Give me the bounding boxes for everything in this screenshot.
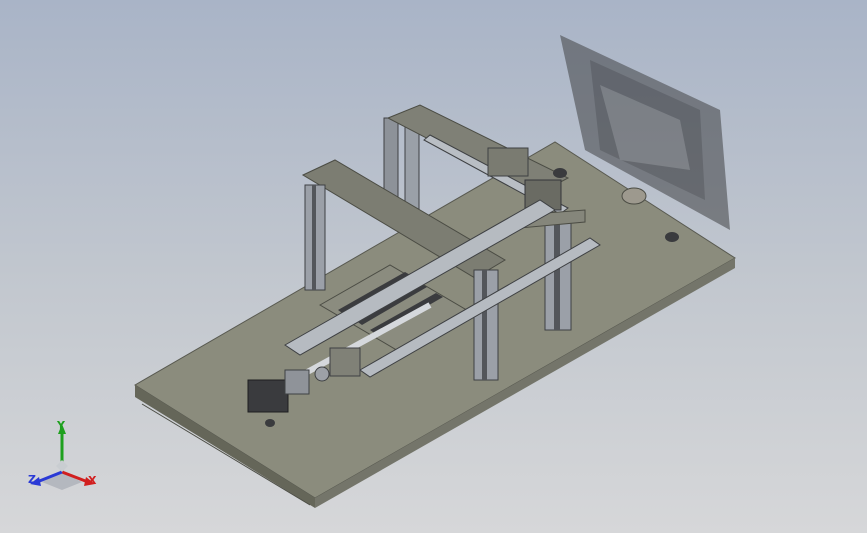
cad-model-view[interactable] bbox=[0, 0, 867, 533]
triad-y-label: Y bbox=[57, 419, 65, 432]
orientation-triad[interactable]: Y Z X bbox=[22, 420, 112, 500]
graphics-viewport[interactable]: Y Z X bbox=[0, 0, 867, 533]
triad-x-label: X bbox=[88, 474, 97, 487]
triad-z-label: Z bbox=[28, 473, 36, 486]
triad-axes-icon bbox=[30, 424, 95, 490]
